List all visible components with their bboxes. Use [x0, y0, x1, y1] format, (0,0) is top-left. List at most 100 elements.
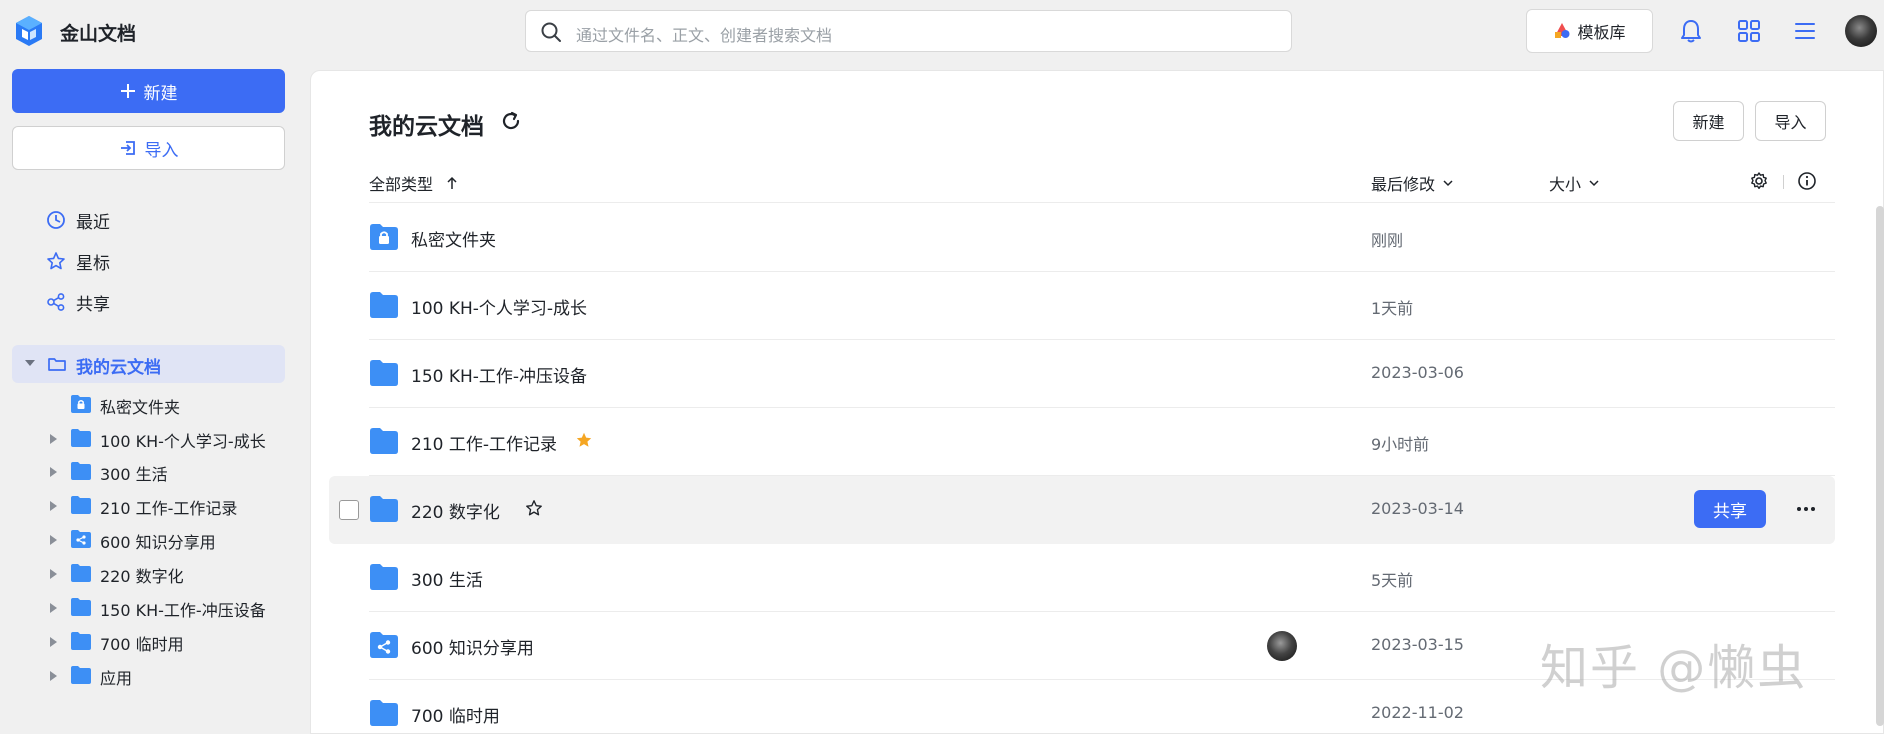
column-modified-label: 最后修改 — [1371, 175, 1436, 194]
tree-item-label: 100 KH-个人学习-成长 — [100, 432, 266, 451]
scrollbar[interactable] — [1876, 206, 1884, 726]
tree-item[interactable]: 700 临时用 — [0, 626, 290, 658]
nav-shared-label: 共享 — [76, 294, 110, 315]
menu-icon[interactable] — [1791, 17, 1819, 45]
clock-icon — [47, 211, 65, 229]
search-icon — [541, 22, 561, 42]
table-row[interactable]: 私密文件夹 刚刚 — [369, 204, 1835, 272]
search-input[interactable]: 通过文件名、正文、创建者搜索文档 — [525, 10, 1292, 52]
row-checkbox[interactable] — [339, 500, 359, 520]
caret-right-icon[interactable] — [48, 636, 58, 648]
row-name: 600 知识分享用 — [411, 639, 534, 659]
sidebar: 新建 导入 最近 星标 共享 我的云文档 私密文件夹 100 KH-个人学习-成… — [0, 62, 300, 734]
row-name: 私密文件夹 — [411, 231, 496, 251]
table-row[interactable]: 300 生活 5天前 — [369, 544, 1835, 612]
bell-icon[interactable] — [1677, 17, 1705, 45]
caret-right-icon[interactable] — [48, 568, 58, 580]
template-library-button[interactable]: 模板库 — [1526, 9, 1653, 53]
folder-icon — [71, 429, 91, 447]
caret-right-icon[interactable] — [48, 602, 58, 614]
import-button[interactable]: 导入 — [12, 126, 285, 170]
folder-icon — [370, 428, 398, 454]
row-name: 150 KH-工作-冲压设备 — [411, 367, 588, 387]
table-row[interactable]: 150 KH-工作-冲压设备 2023-03-06 — [369, 340, 1835, 408]
folder-icon — [370, 360, 398, 386]
table-row-hovered[interactable]: 220 数字化 2023-03-14 共享 — [329, 476, 1835, 544]
shared-folder-icon — [370, 632, 398, 658]
nav-recent[interactable]: 最近 — [46, 205, 110, 235]
plus-icon — [120, 84, 135, 98]
tree-item[interactable]: 100 KH-个人学习-成长 — [0, 423, 290, 455]
app-title: 金山文档 — [60, 23, 137, 45]
star-outline-icon[interactable] — [525, 499, 543, 517]
column-type[interactable]: 全部类型 — [369, 171, 459, 195]
folder-icon — [71, 632, 91, 650]
more-options-icon[interactable] — [1791, 494, 1821, 524]
tree-item-label: 210 工作-工作记录 — [100, 499, 238, 518]
lock-folder-icon — [370, 224, 398, 250]
row-name: 300 生活 — [411, 571, 483, 591]
collaborator-avatar[interactable] — [1267, 631, 1297, 661]
header-divider — [1783, 175, 1784, 189]
column-modified[interactable]: 最后修改 — [1371, 171, 1455, 195]
page-title: 我的云文档 — [369, 114, 484, 140]
tree-item[interactable]: 300 生活 — [0, 456, 290, 488]
tree-item[interactable]: 210 工作-工作记录 — [0, 490, 290, 522]
row-name: 210 工作-工作记录 — [411, 435, 557, 455]
folder-icon — [71, 598, 91, 616]
new-button[interactable]: 新建 — [12, 69, 285, 113]
watermark: 知乎 @懒虫 — [1540, 640, 1808, 696]
gear-icon[interactable] — [1749, 171, 1769, 191]
folder-icon — [71, 666, 91, 684]
tree-root-my-docs[interactable]: 我的云文档 — [12, 345, 285, 383]
tree-item[interactable]: 600 知识分享用 — [0, 524, 290, 556]
row-modified: 刚刚 — [1371, 231, 1404, 250]
nav-starred-label: 星标 — [76, 253, 110, 274]
sort-up-icon[interactable] — [445, 176, 459, 190]
nav-starred[interactable]: 星标 — [46, 246, 110, 276]
tree-item[interactable]: 220 数字化 — [0, 558, 290, 590]
folder-icon — [71, 462, 91, 480]
caret-right-icon[interactable] — [48, 500, 58, 512]
app-logo-icon[interactable] — [14, 15, 44, 47]
chevron-down-icon — [1589, 180, 1599, 187]
row-modified: 9小时前 — [1371, 435, 1430, 454]
new-button-label: 新建 — [143, 83, 178, 104]
info-icon[interactable] — [1797, 171, 1817, 191]
share-icon — [47, 293, 65, 311]
row-modified: 5天前 — [1371, 571, 1414, 590]
import-icon — [120, 141, 135, 155]
user-avatar[interactable] — [1845, 15, 1877, 47]
column-size[interactable]: 大小 — [1549, 171, 1601, 195]
import-button-main[interactable]: 导入 — [1755, 101, 1826, 141]
star-icon — [47, 252, 65, 270]
lock-folder-icon — [71, 395, 91, 413]
folder-icon — [370, 496, 398, 522]
refresh-icon[interactable] — [499, 109, 523, 133]
row-modified: 2023-03-14 — [1371, 499, 1464, 518]
caret-right-icon[interactable] — [48, 670, 58, 682]
caret-right-icon[interactable] — [48, 466, 58, 478]
caret-right-icon[interactable] — [48, 433, 58, 445]
table-row[interactable]: 210 工作-工作记录 9小时前 — [369, 408, 1835, 476]
tree-item-label: 300 生活 — [100, 465, 168, 484]
row-modified: 2023-03-06 — [1371, 363, 1464, 382]
table-row[interactable]: 100 KH-个人学习-成长 1天前 — [369, 272, 1835, 340]
column-type-label: 全部类型 — [369, 175, 434, 194]
nav-shared[interactable]: 共享 — [46, 287, 110, 317]
search-placeholder: 通过文件名、正文、创建者搜索文档 — [576, 26, 833, 45]
tree-item[interactable]: 私密文件夹 — [0, 389, 290, 421]
caret-right-icon[interactable] — [48, 534, 58, 546]
share-button[interactable]: 共享 — [1694, 490, 1766, 528]
new-button-main[interactable]: 新建 — [1673, 101, 1744, 141]
grid-apps-icon[interactable] — [1735, 17, 1763, 45]
star-filled-icon[interactable] — [575, 431, 593, 449]
tree-item-label: 700 临时用 — [100, 635, 184, 654]
tree-item[interactable]: 150 KH-工作-冲压设备 — [0, 592, 290, 624]
caret-down-icon[interactable] — [24, 357, 36, 369]
table-header: 全部类型 最后修改 大小 — [369, 163, 1835, 203]
folder-icon — [370, 564, 398, 590]
tree-item[interactable]: 应用 — [0, 660, 290, 692]
tree-item-label: 应用 — [100, 669, 133, 688]
tree-item-label: 150 KH-工作-冲压设备 — [100, 601, 266, 620]
